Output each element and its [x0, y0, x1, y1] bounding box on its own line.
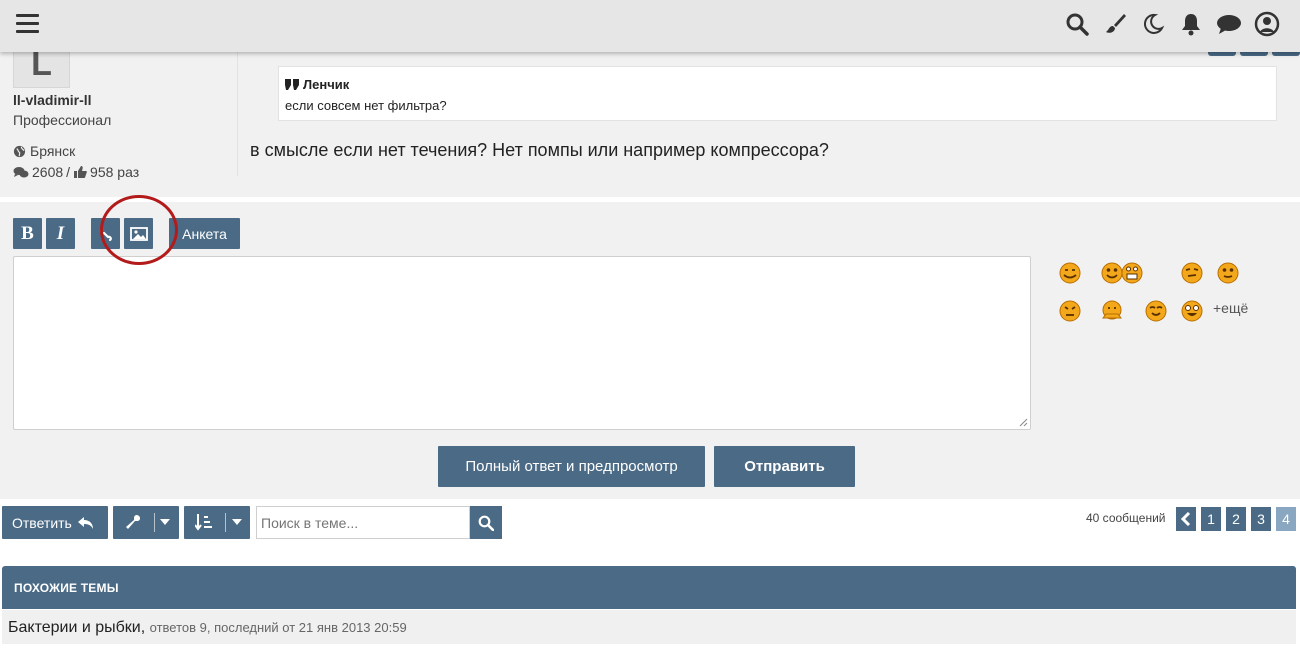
user-posts-count: 2608	[32, 164, 64, 180]
messages-count: 40 сообщений	[1086, 511, 1166, 525]
caret-down-icon[interactable]	[160, 519, 170, 526]
quote-block: Ленчик если совсем нет фильтра?	[278, 66, 1277, 121]
user-likes: 958 раз	[90, 164, 140, 180]
similar-topics-header: Похожие темы	[2, 566, 1296, 609]
bold-button[interactable]: B	[13, 218, 42, 249]
italic-button[interactable]: I	[46, 218, 75, 249]
thread-search-button[interactable]	[470, 506, 502, 539]
top-bar	[0, 0, 1300, 52]
user-city: Брянск	[30, 143, 76, 159]
bell-icon[interactable]	[1178, 10, 1204, 38]
caret-down-icon[interactable]	[232, 519, 242, 526]
post-divider	[237, 52, 238, 176]
split-divider	[154, 513, 155, 532]
thumbs-up-icon	[74, 166, 87, 178]
pagination-prev-button[interactable]	[1176, 507, 1196, 531]
hamburger-icon[interactable]	[16, 14, 39, 34]
preview-button[interactable]: Полный ответ и предпросмотр	[438, 446, 705, 487]
similar-topic-title[interactable]: Бактерии и рыбки,	[8, 619, 145, 636]
user-location: Брянск	[13, 143, 75, 159]
search-icon	[478, 515, 494, 531]
quote-icon	[285, 79, 299, 90]
quick-reply-form: B I Анкета +ещё Полный ответ и предпросм…	[0, 202, 1300, 499]
link-icon	[99, 227, 112, 241]
smiley-icon[interactable]	[1180, 298, 1204, 322]
user-circle-icon[interactable]	[1254, 10, 1280, 38]
similar-topic-row: Бактерии и рыбки, ответов 9, последний о…	[2, 610, 1296, 644]
send-button[interactable]: Отправить	[714, 446, 855, 487]
comments-icon	[13, 166, 29, 177]
similar-topic-item[interactable]: Бактерии и рыбки, ответов 9, последний о…	[8, 619, 407, 637]
post-username[interactable]: ll-vladimir-ll	[13, 92, 92, 108]
quote-text: если совсем нет фильтра?	[285, 98, 447, 113]
link-button[interactable]	[91, 218, 120, 249]
thread-tools-button[interactable]	[113, 506, 179, 539]
wrench-icon	[126, 514, 141, 529]
reply-arrow-icon	[77, 516, 93, 529]
user-stats: 2608 / 958 раз	[13, 164, 139, 180]
smiley-icon[interactable]	[1058, 298, 1082, 322]
search-icon[interactable]	[1064, 10, 1090, 38]
reply-label: Ответить	[12, 514, 72, 531]
moon-icon[interactable]	[1140, 10, 1166, 38]
post-body: в смысле если нет течения? Нет помпы или…	[250, 140, 829, 160]
similar-topic-meta: ответов 9, последний от 21 янв 2013 20:5…	[149, 620, 407, 635]
more-smileys-link[interactable]: +ещё	[1213, 300, 1248, 316]
user-rank: Профессионал	[13, 112, 112, 128]
smiley-icon[interactable]	[1144, 298, 1168, 322]
quote-author-name[interactable]: Ленчик	[303, 77, 349, 92]
pagination-page-current[interactable]: 4	[1276, 507, 1296, 531]
reply-button[interactable]: Ответить	[2, 506, 108, 539]
sort-icon	[195, 514, 212, 531]
split-divider	[225, 513, 226, 532]
smiley-icon[interactable]	[1100, 298, 1124, 322]
avatar[interactable]: L	[13, 46, 70, 88]
display-mode-button[interactable]	[184, 506, 250, 539]
paintbrush-icon[interactable]	[1102, 10, 1128, 38]
poll-button[interactable]: Анкета	[169, 218, 240, 249]
smiley-icon[interactable]	[1216, 260, 1240, 284]
post: L ll-vladimir-ll Профессионал Брянск 260…	[0, 46, 1300, 197]
smiley-icon[interactable]	[1058, 260, 1082, 284]
top-icons	[1064, 10, 1280, 38]
chat-bubble-icon[interactable]	[1216, 10, 1242, 38]
image-icon	[129, 226, 148, 241]
insert-image-button[interactable]	[124, 218, 153, 249]
pagination-page-3[interactable]: 3	[1251, 507, 1271, 531]
thread-search-input[interactable]	[256, 506, 470, 539]
smiley-icon[interactable]	[1180, 260, 1204, 284]
pagination-page-1[interactable]: 1	[1201, 507, 1221, 531]
quote-author: Ленчик	[285, 77, 349, 92]
globe-icon	[13, 145, 26, 157]
chevron-left-icon	[1181, 512, 1191, 526]
similar-topics-title: Похожие темы	[14, 581, 119, 595]
message-textarea[interactable]	[13, 256, 1031, 430]
stats-separator: /	[66, 164, 71, 180]
pagination-page-2[interactable]: 2	[1226, 507, 1246, 531]
smiley-icon[interactable]	[1120, 260, 1144, 284]
